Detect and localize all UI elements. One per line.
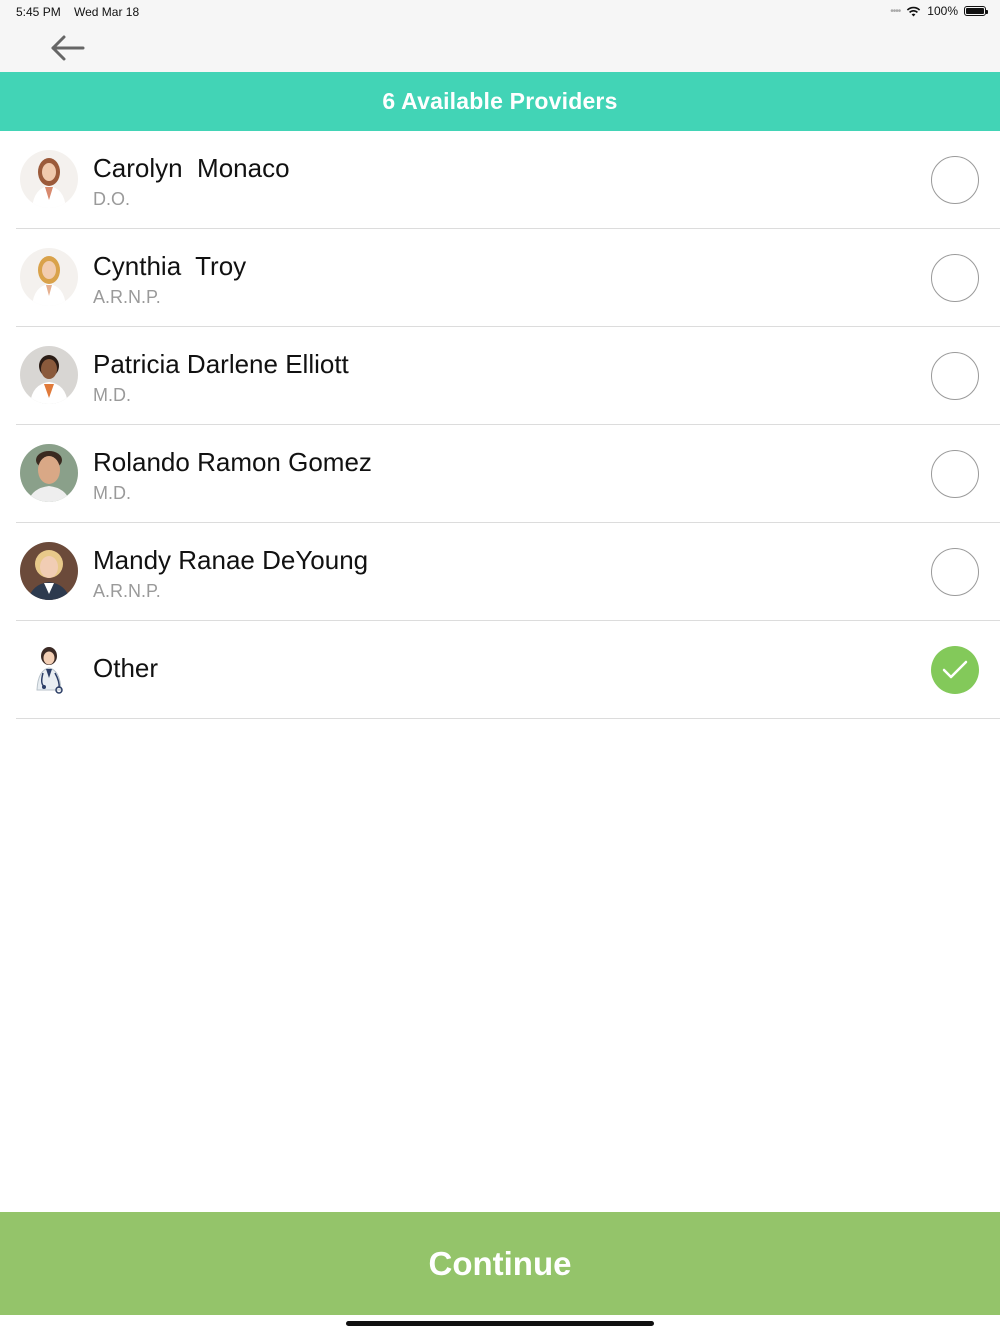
nav-bar xyxy=(0,24,1000,72)
avatar xyxy=(20,248,78,306)
battery-icon xyxy=(964,6,988,16)
provider-name: Other xyxy=(93,653,159,683)
radio-checked[interactable] xyxy=(931,646,979,694)
provider-credential: D.O. xyxy=(93,189,131,209)
provider-name: Cynthia Troy xyxy=(93,251,247,281)
radio-unchecked[interactable] xyxy=(931,254,979,302)
provider-row[interactable]: Rolando Ramon Gomez M.D. xyxy=(16,425,1000,523)
provider-name: Mandy Ranae DeYoung xyxy=(93,545,369,575)
back-button[interactable] xyxy=(48,32,88,64)
header-title: 6 Available Providers xyxy=(382,88,618,114)
continue-button[interactable]: Continue xyxy=(0,1212,1000,1315)
checkmark-icon xyxy=(942,660,968,679)
provider-credential: A.R.N.P. xyxy=(93,581,161,601)
avatar xyxy=(20,444,78,502)
status-date: Wed Mar 18 xyxy=(74,5,140,19)
arrow-left-icon xyxy=(51,35,85,61)
provider-row[interactable]: Patricia Darlene Elliott M.D. xyxy=(16,327,1000,425)
provider-list: Carolyn Monaco D.O. Cynthia Troy A.R.N.P… xyxy=(0,131,1000,719)
radio-unchecked[interactable] xyxy=(931,548,979,596)
radio-unchecked[interactable] xyxy=(931,352,979,400)
battery-percent: 100% xyxy=(927,4,958,18)
provider-row[interactable]: Other xyxy=(16,621,1000,719)
signal-icon: •••• xyxy=(890,5,901,17)
provider-credential: M.D. xyxy=(93,385,131,405)
doctor-icon xyxy=(20,640,78,698)
provider-credential: A.R.N.P. xyxy=(93,287,161,307)
status-time: 5:45 PM xyxy=(16,5,61,19)
radio-unchecked[interactable] xyxy=(931,156,979,204)
provider-row[interactable]: Mandy Ranae DeYoung A.R.N.P. xyxy=(16,523,1000,621)
provider-name: Carolyn Monaco xyxy=(93,153,290,183)
status-indicators: •••• 100% xyxy=(890,4,988,18)
continue-label: Continue xyxy=(428,1244,572,1282)
provider-row[interactable]: Carolyn Monaco D.O. xyxy=(16,131,1000,229)
wifi-icon xyxy=(907,6,921,16)
avatar xyxy=(20,150,78,208)
radio-unchecked[interactable] xyxy=(931,450,979,498)
avatar xyxy=(20,542,78,600)
provider-name: Rolando Ramon Gomez xyxy=(93,447,372,477)
provider-name: Patricia Darlene Elliott xyxy=(93,349,349,379)
status-bar: 5:45 PM Wed Mar 18 •••• 100% xyxy=(0,0,1000,24)
home-indicator xyxy=(346,1321,654,1326)
provider-credential: M.D. xyxy=(93,483,131,503)
providers-header: 6 Available Providers xyxy=(0,72,1000,131)
provider-row[interactable]: Cynthia Troy A.R.N.P. xyxy=(16,229,1000,327)
avatar xyxy=(20,346,78,404)
